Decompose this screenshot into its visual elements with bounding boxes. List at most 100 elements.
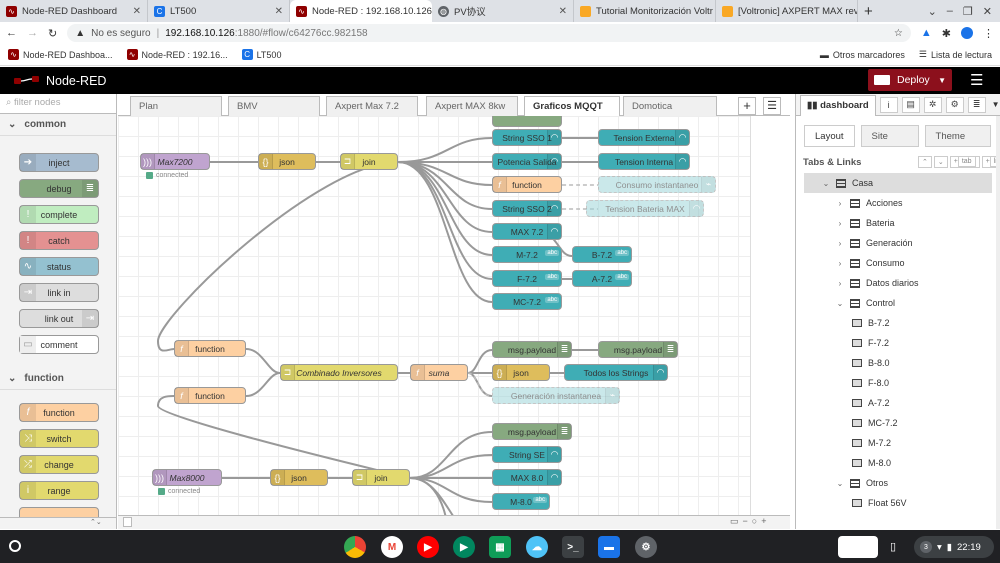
tab-layout[interactable]: Layout: [804, 125, 855, 147]
forward-icon[interactable]: →: [27, 27, 38, 39]
bookmark[interactable]: ∿ Node-RED : 192.16...: [126, 49, 228, 60]
palette-node-link-in[interactable]: ⇥ link in: [19, 283, 99, 302]
expand-all-button[interactable]: ⌄: [933, 156, 948, 168]
ui-text-node[interactable]: B-7.2 abc: [572, 246, 632, 263]
ui-text-node[interactable]: M-8.0 abc: [492, 493, 550, 510]
close-icon[interactable]: ✕: [555, 6, 567, 17]
chevron-right-icon[interactable]: ›: [834, 219, 846, 228]
browser-tab[interactable]: ∿ Node-RED Dashboard ✕: [0, 0, 148, 22]
tree-item-group[interactable]: › Datos diarios: [804, 273, 992, 293]
mqtt-in-node[interactable]: ))) Max8000: [152, 469, 222, 486]
star-icon[interactable]: ☆: [894, 28, 903, 39]
gear-icon[interactable]: ⚙: [945, 96, 964, 113]
phone-icon[interactable]: ▯: [890, 540, 896, 553]
chevron-down-icon[interactable]: ⌄: [834, 479, 846, 488]
tree-item-group[interactable]: ⌄ Control: [804, 293, 992, 313]
join-node[interactable]: ⊐ join: [352, 469, 410, 486]
chevron-down-icon[interactable]: ⌄: [834, 299, 846, 308]
scroll-left-button[interactable]: [123, 517, 132, 527]
tree-item-widget[interactable]: B-7.2: [804, 313, 992, 333]
settings-icon[interactable]: ⚙: [635, 536, 657, 558]
debug-node[interactable]: msg.payload ≣: [598, 341, 678, 358]
function-node[interactable]: f function: [174, 340, 246, 357]
tree-item-widget[interactable]: MC-7.2: [804, 413, 992, 433]
chevron-right-icon[interactable]: ›: [834, 199, 846, 208]
palette-node-partial[interactable]: [19, 507, 99, 517]
palette-filter[interactable]: ⌕ filter nodes: [0, 94, 116, 114]
function-node[interactable]: f function: [174, 387, 246, 404]
deploy-button[interactable]: Deploy ▼: [868, 69, 952, 91]
close-window-icon[interactable]: ✕: [983, 5, 992, 18]
drive-icon[interactable]: ▲: [921, 27, 932, 39]
browser-tab[interactable]: ◍ PV协议 ✕: [432, 0, 574, 22]
reading-list[interactable]: ☰ Lista de lectura: [919, 49, 992, 60]
ui-gauge-node[interactable]: String SE ◠: [492, 446, 562, 463]
tree-item-group[interactable]: › Consumo: [804, 253, 992, 273]
ui-gauge-node[interactable]: String SSO 2 ◠: [492, 200, 562, 217]
browser-tab-active[interactable]: ∿Node-RED : 192.168.10.126✕: [290, 0, 432, 22]
tree-item-group[interactable]: › Generación: [804, 233, 992, 253]
tab-site[interactable]: Site: [860, 125, 919, 147]
weather-icon[interactable]: ☁: [526, 536, 548, 558]
database-icon[interactable]: ≣: [967, 96, 986, 113]
ui-text-node[interactable]: A-7.2 abc: [572, 270, 632, 287]
ui-gauge-node[interactable]: String SSO 1 ◠: [492, 129, 562, 146]
tree-item-widget[interactable]: M-8.0: [804, 453, 992, 473]
youtube-icon[interactable]: ▶: [417, 536, 439, 558]
ui-chart-node-disabled[interactable]: Generación instantanea ⌁: [492, 387, 620, 404]
json-node[interactable]: {} json: [258, 153, 316, 170]
close-icon[interactable]: ✕: [271, 6, 283, 17]
browser-tab[interactable]: C LT500 ✕: [148, 0, 290, 22]
other-bookmarks[interactable]: ▬ Otros marcadores: [820, 50, 905, 60]
json-node[interactable]: {} json: [492, 364, 550, 381]
palette-node-link-out[interactable]: link out ⇥: [19, 309, 99, 328]
tree-item-widget[interactable]: A-7.2: [804, 393, 992, 413]
debug-node[interactable]: [492, 116, 562, 127]
ui-gauge-node-disabled[interactable]: Tension Bateria MAX ◠: [586, 200, 704, 217]
mqtt-in-node[interactable]: ))) Max7200: [140, 153, 210, 170]
extensions-icon[interactable]: ✱: [942, 27, 951, 40]
add-flow-button[interactable]: +: [738, 97, 756, 115]
tree-item-widget[interactable]: F-7.2: [804, 333, 992, 353]
zoom-in-icon[interactable]: +: [761, 516, 766, 527]
close-icon[interactable]: ✕: [129, 6, 141, 17]
sidebar-tab-dashboard[interactable]: ▮▮ dashboard: [800, 94, 876, 116]
navigator-icon[interactable]: ▭: [730, 516, 739, 527]
ui-text-node[interactable]: M-7.2 abc: [492, 246, 562, 263]
restore-icon[interactable]: ❐: [963, 5, 973, 18]
launcher-icon[interactable]: [9, 540, 21, 552]
workspace-canvas[interactable]: ))) Max7200 connected {} json ⊐ join String…: [118, 116, 790, 515]
terminal-icon[interactable]: >_: [562, 536, 584, 558]
browser-tab[interactable]: [Voltronic] AXPERT MAX revi✕: [716, 0, 858, 22]
bookmark[interactable]: ∿ Node-RED Dashboa...: [8, 49, 113, 60]
ui-gauge-node[interactable]: MAX 7.2 ◠: [492, 223, 562, 240]
tree-item-widget[interactable]: B-8.0: [804, 353, 992, 373]
join-node[interactable]: ⊐ join: [340, 153, 398, 170]
ui-gauge-node[interactable]: MAX 8.0 ◠: [492, 469, 562, 486]
tab-search-icon[interactable]: ⌄: [928, 5, 937, 18]
minimize-icon[interactable]: –: [947, 5, 953, 17]
browser-tab[interactable]: Tutorial Monitorización Voltr✕: [574, 0, 716, 22]
json-node[interactable]: {} json: [270, 469, 328, 486]
sidebar-scrollbar[interactable]: [996, 116, 1000, 529]
palette-node-range[interactable]: i range: [19, 481, 99, 500]
more-icon[interactable]: ⋮: [983, 27, 994, 40]
system-tray[interactable]: 3 ▾ ▮ 22:19: [914, 536, 994, 558]
ui-gauge-node[interactable]: Tension Interna ◠: [598, 153, 690, 170]
palette-node-debug[interactable]: debug ≣: [19, 179, 99, 198]
palette-category-common[interactable]: ⌄ common: [0, 114, 116, 136]
gmail-icon[interactable]: M: [381, 536, 403, 558]
info-icon[interactable]: i: [879, 96, 898, 113]
back-icon[interactable]: ←: [6, 27, 17, 39]
bug-icon[interactable]: ✲: [923, 96, 942, 113]
chevron-down-icon[interactable]: ▼: [938, 76, 952, 85]
tree-item-group[interactable]: ⌄ Otros: [804, 473, 992, 493]
tree-item-widget[interactable]: F-8.0: [804, 373, 992, 393]
function-node[interactable]: f suma: [410, 364, 468, 381]
sheets-icon[interactable]: ▦: [489, 536, 511, 558]
tab-graficos-mqqt[interactable]: Graficos MQQT: [524, 96, 620, 117]
chevron-down-icon[interactable]: ▼: [992, 100, 1000, 109]
chevron-down-icon[interactable]: ⌄: [820, 179, 832, 188]
palette-node-change[interactable]: ⤮ change: [19, 455, 99, 474]
palette-node-switch[interactable]: ⤨ switch: [19, 429, 99, 448]
